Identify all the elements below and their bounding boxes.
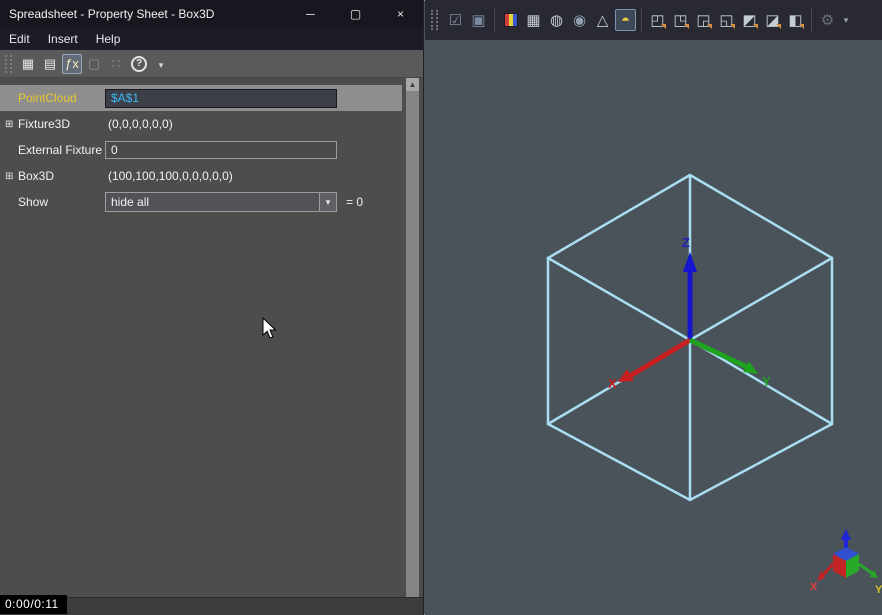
orientation-gizmo: X Y <box>810 529 882 596</box>
property-label: PointCloud <box>18 91 105 105</box>
titlebar[interactable]: Spreadsheet - Property Sheet - Box3D ─ ▢… <box>0 0 423 28</box>
view-cube-iso-icon[interactable]: ◧ <box>785 9 806 31</box>
property-value: (100,100,100,0,0,0,0,0) <box>105 169 233 183</box>
3d-scene: Z X Y <box>425 40 882 615</box>
toolbar-overflow-icon[interactable]: ▾ <box>151 55 171 75</box>
property-row-pointcloud[interactable]: PointCloud $A$1 <box>0 85 402 111</box>
toolbar: ▦ ▤ ƒx ▢ ∷ ? ▾ <box>0 50 423 78</box>
toolbar-separator <box>641 8 642 32</box>
property-grid: PointCloud $A$1 ⊞ Fixture3D (0,0,0,0,0,0… <box>0 78 423 597</box>
3d-view-panel: ☑ ▣ ▦ ◍ ◉ △ ◓ ◰ ◳ ◲ ◱ ◩ ◪ ◧ ⚙ ▾ <box>425 0 882 615</box>
property-row-show[interactable]: Show hide all ▾ = 0 <box>0 189 402 215</box>
show-dropdown-value: hide all <box>106 193 319 211</box>
app-screen: Spreadsheet - Property Sheet - Box3D ─ ▢… <box>0 0 882 615</box>
menu-edit[interactable]: Edit <box>0 28 39 50</box>
property-label: Show <box>18 195 105 209</box>
x-axis-arrow: X <box>608 340 690 391</box>
view-cube-top-icon[interactable]: ◩ <box>739 9 760 31</box>
view-cube-front-icon[interactable]: ◰ <box>647 9 668 31</box>
display-edit-icon[interactable]: ▣ <box>468 9 489 31</box>
render-settings-icon[interactable]: ⚙ <box>817 9 838 31</box>
menu-insert[interactable]: Insert <box>39 28 87 50</box>
external-fixture-input[interactable]: 0 <box>105 141 337 159</box>
spreadsheet-icon[interactable]: ▦ <box>18 54 38 74</box>
menubar: Edit Insert Help <box>0 28 423 50</box>
tile-views-icon[interactable]: ∷ <box>106 54 126 74</box>
scroll-up-button[interactable]: ▲ <box>406 78 419 91</box>
property-label: Box3D <box>18 169 105 183</box>
expand-icon[interactable]: ⊞ <box>5 119 18 130</box>
hemisphere-icon[interactable]: ◓ <box>615 9 636 31</box>
display-select-icon[interactable]: ☑ <box>445 9 466 31</box>
toolbar-grip-icon[interactable] <box>431 10 438 30</box>
3d-viewport[interactable]: Z X Y <box>425 40 882 615</box>
help-icon[interactable]: ? <box>131 56 147 72</box>
scroll-up-icon: ▲ <box>409 80 417 89</box>
job-grid-icon[interactable]: ▤ <box>40 54 60 74</box>
recording-timer: 0:00/0:11 <box>0 595 67 614</box>
toolbar-separator <box>494 8 495 32</box>
scrollbar[interactable]: ▲ <box>406 78 419 597</box>
close-button[interactable]: × <box>378 0 423 28</box>
property-sheet-icon[interactable]: ƒx <box>62 54 82 74</box>
maximize-button[interactable]: ▢ <box>333 0 378 28</box>
view-toolbar: ☑ ▣ ▦ ◍ ◉ △ ◓ ◰ ◳ ◲ ◱ ◩ ◪ ◧ ⚙ ▾ <box>425 0 882 40</box>
shaded-sphere-icon[interactable]: ◉ <box>569 9 590 31</box>
cell-reference-input[interactable]: $A$1 <box>105 89 337 108</box>
menu-help[interactable]: Help <box>87 28 130 50</box>
y-axis-label: Y <box>762 374 771 389</box>
show-dropdown[interactable]: hide all ▾ <box>105 192 337 212</box>
property-label: Fixture3D <box>18 117 105 131</box>
expand-icon[interactable]: ⊞ <box>5 171 18 182</box>
view-cube-right-icon[interactable]: ◱ <box>716 9 737 31</box>
view-cube-back-icon[interactable]: ◳ <box>670 9 691 31</box>
property-row-box3d[interactable]: ⊞ Box3D (100,100,100,0,0,0,0,0) <box>0 163 402 189</box>
chevron-down-icon[interactable]: ▾ <box>319 193 336 211</box>
property-label: External Fixture <box>18 143 105 157</box>
palette-icon[interactable] <box>500 9 521 31</box>
toolbar-grip-icon[interactable] <box>5 55 12 73</box>
gizmo-y-label: Y <box>875 584 882 596</box>
z-axis-label: Z <box>682 235 690 250</box>
zoom-selection-icon[interactable]: ▢ <box>84 54 104 74</box>
view-cube-left-icon[interactable]: ◲ <box>693 9 714 31</box>
wire-pyramid-icon[interactable]: △ <box>592 9 613 31</box>
view-cube-bottom-icon[interactable]: ◪ <box>762 9 783 31</box>
result-value: = 0 <box>346 195 363 209</box>
x-axis-label: X <box>608 376 617 391</box>
property-row-external-fixture[interactable]: External Fixture 0 <box>0 137 402 163</box>
gizmo-x-label: X <box>810 581 818 593</box>
toolbar-separator <box>811 8 812 32</box>
wire-sphere-icon[interactable]: ◍ <box>546 9 567 31</box>
dither-pattern-icon[interactable]: ▦ <box>523 9 544 31</box>
minimize-button[interactable]: ─ <box>288 0 333 28</box>
window-title: Spreadsheet - Property Sheet - Box3D <box>0 7 288 21</box>
property-row-fixture3d[interactable]: ⊞ Fixture3D (0,0,0,0,0,0) <box>0 111 402 137</box>
property-sheet-window: Spreadsheet - Property Sheet - Box3D ─ ▢… <box>0 0 424 615</box>
property-value: (0,0,0,0,0,0) <box>105 117 173 131</box>
mouse-cursor <box>262 317 280 341</box>
toolbar-overflow-icon[interactable]: ▾ <box>840 9 852 31</box>
